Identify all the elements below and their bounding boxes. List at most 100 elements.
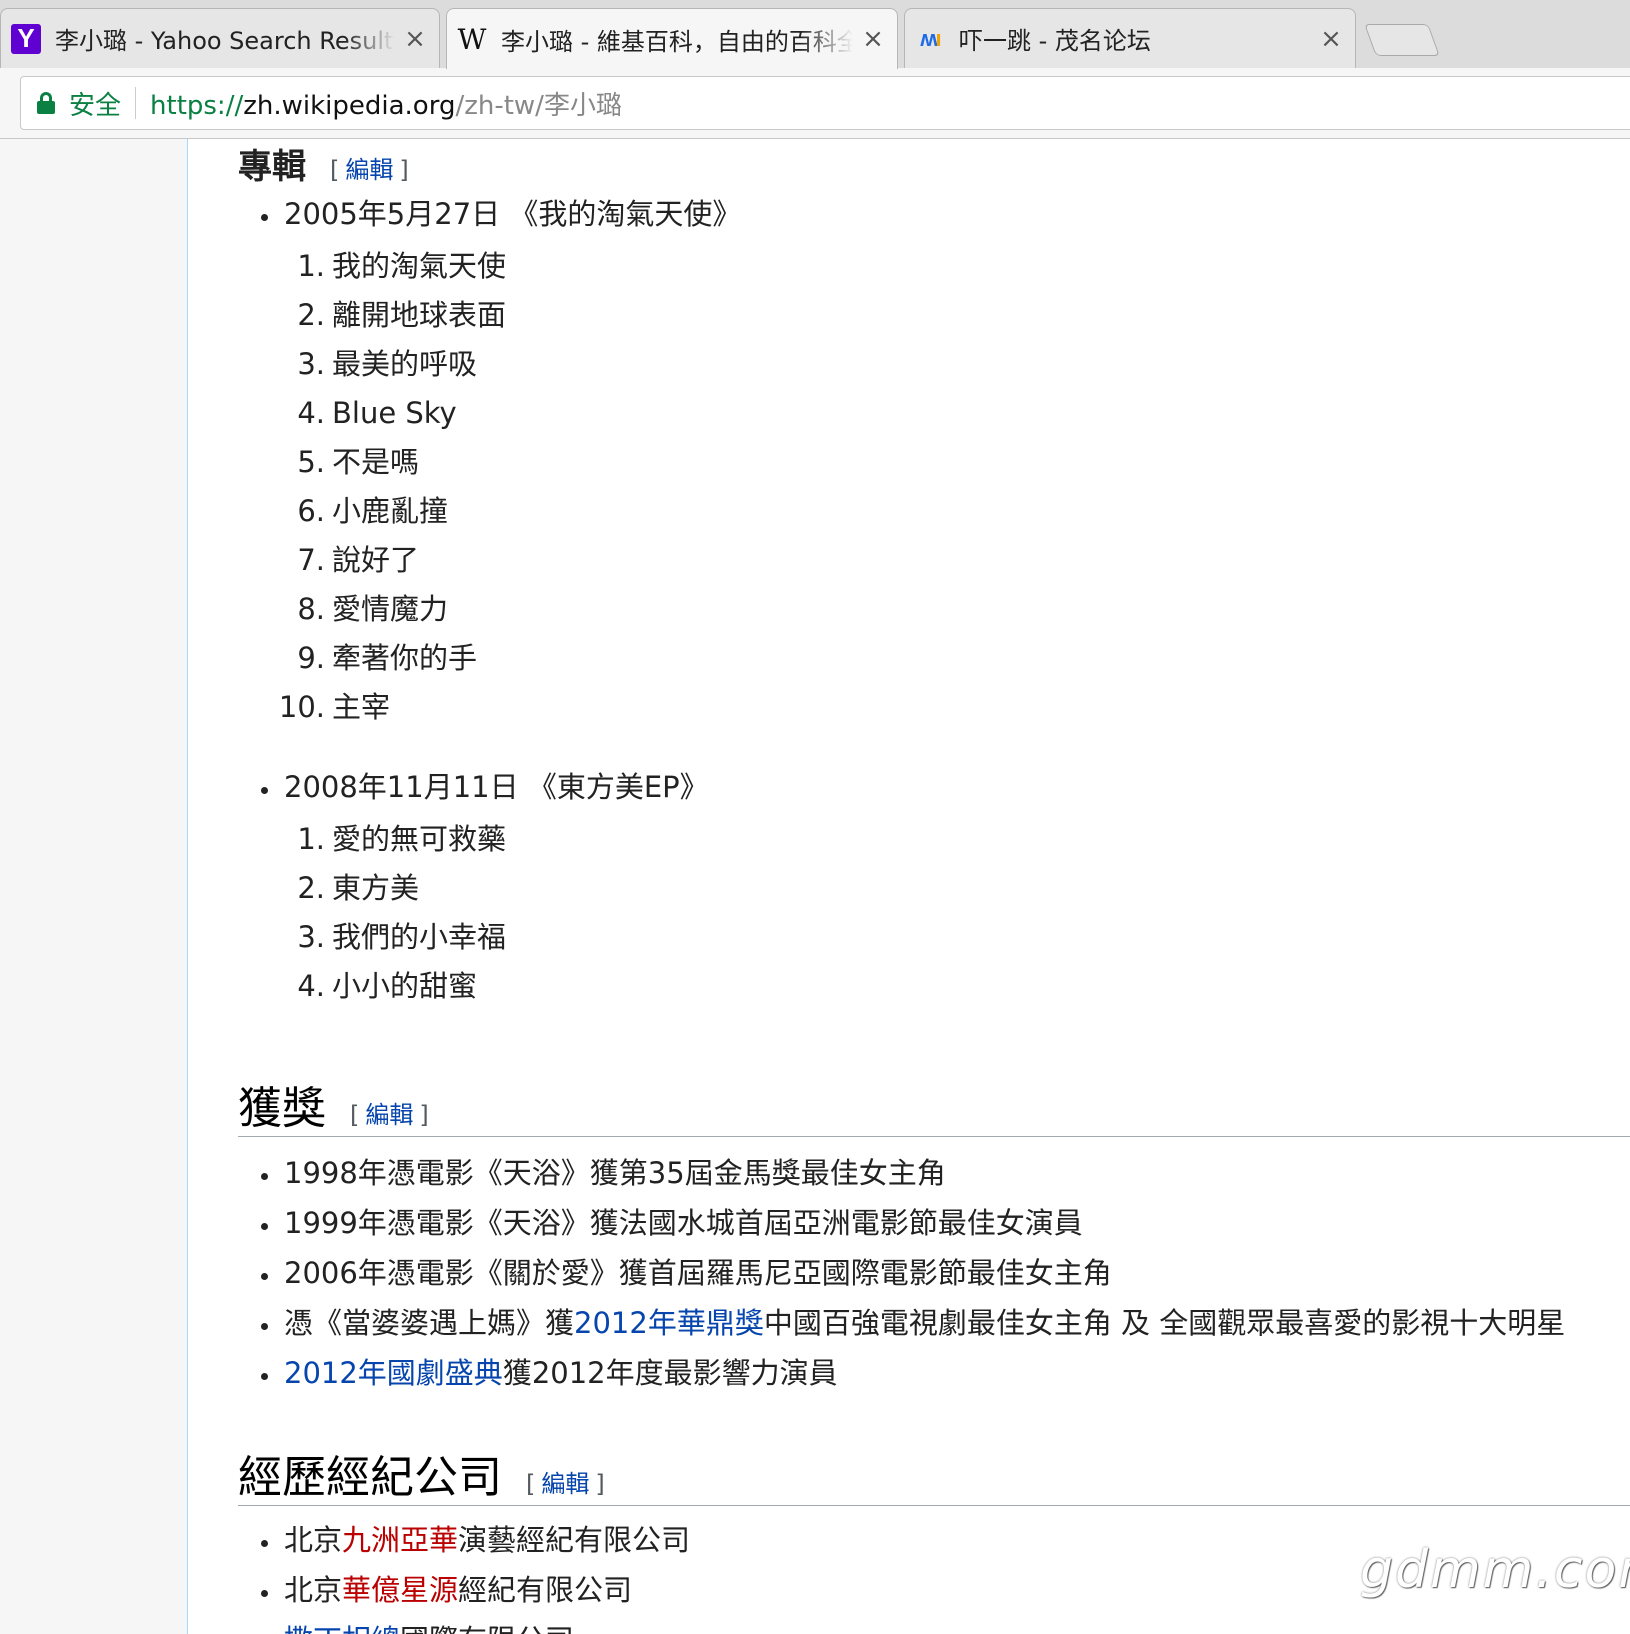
track-title: 愛情魔力 — [332, 592, 449, 626]
tab-wikipedia[interactable]: W 李小璐 - 維基百科，自由的百科全書 × — [446, 8, 898, 69]
track-item: 3. 最美的呼吸 — [238, 340, 506, 389]
agency-link[interactable]: 撒丁相總 — [284, 1623, 400, 1634]
browser-toolbar: 安全 https://zh.wikipedia.org/zh-tw/李小璐 — [0, 68, 1630, 139]
url-text[interactable]: https://zh.wikipedia.org/zh-tw/李小璐 — [150, 85, 622, 122]
award-item: 2006年憑電影《關於愛》獲首屆羅馬尼亞國際電影節最佳女主角 — [238, 1248, 1565, 1298]
album-list: 2008年11月11日 《東方美EP》 — [238, 762, 709, 812]
track-number: 2. — [297, 298, 325, 332]
award-text: 獲2012年度最影響力演員 — [502, 1356, 838, 1390]
maoming-icon: ʍı — [920, 25, 941, 51]
track-title: 愛的無可救藥 — [332, 822, 507, 856]
track-title: 說好了 — [332, 543, 420, 577]
awards-list: 1998年憑電影《天浴》獲第35屆金馬獎最佳女主角 1999年憑電影《天浴》獲法… — [238, 1148, 1565, 1398]
track-item: 1. 我的淘氣天使 — [238, 242, 506, 291]
track-title: 最美的呼吸 — [332, 347, 478, 381]
tab-title: 李小璐 - Yahoo Search Results — [55, 27, 395, 55]
tab-title: 李小璐 - 維基百科，自由的百科全書 — [501, 27, 853, 56]
track-title: 東方美 — [332, 871, 420, 905]
track-item: 6. 小鹿亂撞 — [238, 487, 506, 536]
agency-redlink[interactable]: 九洲亞華 — [342, 1523, 458, 1557]
agency-item: 撒丁相總國際有限公司 — [238, 1615, 690, 1634]
address-bar[interactable]: 安全 https://zh.wikipedia.org/zh-tw/李小璐 — [20, 76, 1630, 130]
close-icon[interactable]: × — [861, 24, 885, 54]
award-item: 1999年憑電影《天浴》獲法國水城首屆亞洲電影節最佳女演員 — [238, 1198, 1565, 1248]
track-item: 2. 東方美 — [238, 864, 506, 913]
awards-heading: 獲獎 [編輯] — [238, 1072, 1630, 1137]
url-path: /zh-tw/李小璐 — [455, 90, 622, 121]
album-list: 2005年5月27日 《我的淘氣天使》 — [238, 189, 741, 239]
url-scheme: https:// — [150, 90, 244, 121]
new-tab-button[interactable] — [1364, 24, 1440, 56]
url-host: zh.wikipedia.org — [243, 90, 456, 121]
track-number: 6. — [297, 494, 325, 528]
albums-heading: 專輯 [編輯] — [238, 139, 1630, 188]
track-number: 1. — [297, 249, 325, 283]
track-title: 小鹿亂撞 — [332, 494, 449, 528]
track-title: 離開地球表面 — [332, 298, 507, 332]
tab-yahoo-search[interactable]: Y 李小璐 - Yahoo Search Results × — [0, 8, 440, 68]
lock-icon — [37, 92, 55, 114]
track-title: 我的淘氣天使 — [332, 249, 507, 283]
track-number: 10. — [278, 690, 325, 724]
track-item: 3. 我們的小幸福 — [238, 913, 506, 962]
yahoo-icon: Y — [11, 23, 41, 54]
track-number: 4. — [297, 396, 325, 430]
track-number: 2. — [297, 871, 325, 905]
close-icon[interactable]: × — [403, 24, 427, 54]
award-item: 2012年國劇盛典獲2012年度最影響力演員 — [238, 1348, 1565, 1398]
track-title: Blue Sky — [332, 396, 457, 430]
track-item: 5. 不是嗎 — [238, 438, 506, 487]
track-title: 牽著你的手 — [332, 641, 478, 675]
track-item: 2. 離開地球表面 — [238, 291, 506, 340]
track-number: 3. — [297, 920, 325, 954]
awards-title: 獲獎 — [238, 1083, 326, 1134]
album-item: 2008年11月11日 《東方美EP》 — [238, 762, 709, 812]
watermark: gdmm.com — [1360, 1540, 1630, 1600]
omnibox-separator — [135, 87, 137, 119]
award-text: 中國百強電視劇最佳女主角 及 全國觀眾最喜愛的影視十大明星 — [763, 1306, 1566, 1340]
award-link[interactable]: 2012年國劇盛典 — [284, 1356, 503, 1390]
track-item: 10. 主宰 — [238, 683, 506, 732]
track-title: 小小的甜蜜 — [332, 969, 478, 1003]
edit-link[interactable]: 編輯 — [541, 1470, 589, 1498]
edit-section: [編輯] — [350, 1101, 429, 1129]
track-item: 8. 愛情魔力 — [238, 585, 506, 634]
agency-text: 國際有限公司 — [400, 1623, 574, 1634]
edit-section: [編輯] — [330, 156, 409, 184]
track-number: 5. — [297, 445, 325, 479]
edit-section: [編輯] — [526, 1470, 605, 1498]
track-number: 3. — [297, 347, 325, 381]
secure-label[interactable]: 安全 — [69, 85, 121, 122]
tab-maoming-forum[interactable]: ʍı 吓一跳 - 茂名论坛 × — [904, 8, 1356, 68]
award-item: 憑《當婆婆遇上媽》獲2012年華鼎獎中國百強電視劇最佳女主角 及 全國觀眾最喜愛… — [238, 1298, 1565, 1348]
track-title: 主宰 — [332, 690, 391, 724]
track-number: 1. — [297, 822, 325, 856]
agency-heading: 經歷經紀公司 [編輯] — [238, 1441, 1630, 1506]
track-number: 8. — [297, 592, 325, 626]
award-item: 1998年憑電影《天浴》獲第35屆金馬獎最佳女主角 — [238, 1148, 1565, 1198]
agency-text: 演藝經紀有限公司 — [458, 1523, 691, 1557]
award-text: 憑《當婆婆遇上媽》獲 — [284, 1306, 575, 1340]
albums-title: 專輯 — [238, 147, 306, 187]
track-title: 不是嗎 — [332, 445, 420, 479]
agency-redlink[interactable]: 華億星源 — [342, 1573, 458, 1607]
agency-item: 北京華億星源經紀有限公司 — [238, 1565, 690, 1615]
page-sidebar — [0, 139, 187, 1634]
agency-text: 北京 — [284, 1523, 343, 1557]
track-number: 9. — [297, 641, 325, 675]
track-item: 9. 牽著你的手 — [238, 634, 506, 683]
tab-title: 吓一跳 - 茂名论坛 — [959, 27, 1151, 55]
tab-strip: Y 李小璐 - Yahoo Search Results × W 李小璐 - 維… — [0, 0, 1630, 69]
track-title: 我們的小幸福 — [332, 920, 507, 954]
agency-text: 北京 — [284, 1573, 343, 1607]
agency-title: 經歷經紀公司 — [238, 1452, 502, 1503]
track-list: 1. 愛的無可救藥 2. 東方美 3. 我們的小幸福 4. 小小的甜蜜 — [238, 815, 506, 1011]
track-number: 4. — [297, 969, 325, 1003]
close-icon[interactable]: × — [1319, 24, 1343, 54]
edit-link[interactable]: 編輯 — [365, 1101, 413, 1129]
award-link[interactable]: 2012年華鼎獎 — [574, 1306, 764, 1340]
agency-text: 經紀有限公司 — [458, 1573, 633, 1607]
edit-link[interactable]: 編輯 — [345, 156, 393, 184]
track-item: 1. 愛的無可救藥 — [238, 815, 506, 864]
album-item: 2005年5月27日 《我的淘氣天使》 — [238, 189, 741, 239]
